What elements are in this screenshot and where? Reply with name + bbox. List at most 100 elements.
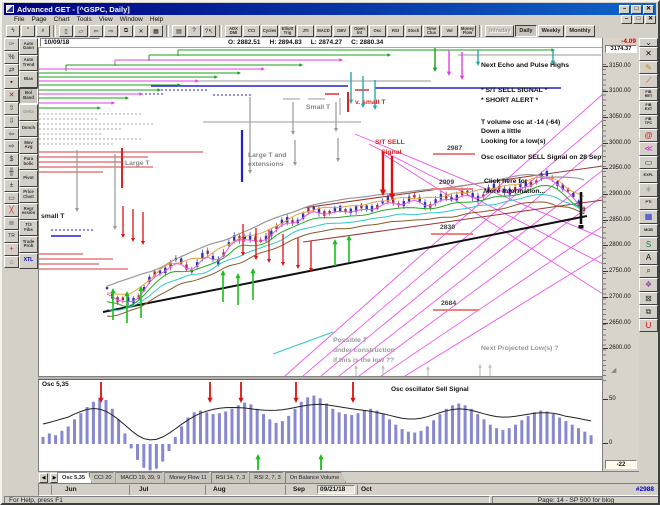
shade-tool-icon[interactable]: ≣ [4, 217, 19, 230]
menu-view[interactable]: View [99, 16, 113, 23]
arrow-down-icon[interactable]: ⇩ [4, 114, 19, 128]
palette-study-price-clust[interactable]: Price Clust [19, 186, 38, 203]
study-button-osc[interactable]: Osc [369, 25, 386, 37]
delete-page-icon[interactable]: ✕ [134, 25, 148, 37]
tr-lines-icon[interactable]: TR [4, 229, 19, 243]
context-help-icon[interactable]: ?↖ [202, 25, 216, 37]
price-chart-canvas[interactable]: Small T v. small T Large T and extensions La… [38, 48, 602, 376]
spiral-icon[interactable]: @ [639, 128, 658, 143]
minimize-button[interactable]: – [619, 4, 630, 14]
study-button-open-int[interactable]: Open Int [351, 25, 368, 37]
menu-tools[interactable]: Tools [77, 16, 92, 23]
study-button-time-clus[interactable]: Time Clus [423, 25, 440, 37]
collapse-button[interactable]: ⌄ [639, 38, 658, 47]
zoom-tool-icon[interactable]: ⌕ [639, 264, 658, 279]
percent-tool-icon[interactable]: % [4, 50, 19, 64]
palette-study-trade-prob[interactable]: Trade Prob [19, 236, 38, 253]
palette-study-bol-band[interactable]: Bol Band [19, 87, 38, 104]
study-button-rsi[interactable]: RSI [387, 25, 404, 37]
ellipse-tool-icon[interactable]: S [639, 237, 658, 251]
oscillator-pane[interactable]: Osc 5,35 Osc oscillator Sell Signal [38, 379, 602, 471]
expand-scale-icon[interactable]: ╫ [4, 165, 19, 179]
tab-rsi-2-7-3[interactable]: RSI 2, 7, 3 [249, 472, 287, 483]
study-button-macd[interactable]: MACD [315, 25, 332, 37]
palette-study-t-3-fibs[interactable]: T/3 Fibs [19, 219, 38, 236]
copy-tool-icon[interactable]: ⧉ [639, 305, 658, 319]
pointer-icon[interactable]: ϟ [6, 25, 20, 37]
cross-lines-icon[interactable]: ╳ [4, 204, 19, 218]
compress-scale-icon[interactable]: ± [4, 178, 19, 192]
palette-study-bias[interactable]: Bias [19, 71, 38, 88]
tab-scroll-left[interactable]: ◀ [39, 473, 48, 483]
restore-button[interactable]: □ [631, 4, 642, 14]
mob-button[interactable]: MOB [639, 223, 658, 238]
add-marker-icon[interactable]: + [4, 242, 19, 256]
elliott-expl-button[interactable]: EXPL [639, 169, 658, 183]
palette-study-donch[interactable]: Donch [19, 120, 38, 137]
mdi-close-button[interactable]: ✕ [645, 15, 656, 24]
tab-rsi-14-7-3[interactable]: RSI 14, 7, 3 [211, 472, 253, 483]
trendline-icon[interactable]: ⟋ [639, 74, 658, 88]
palette-study-xtl[interactable]: XTL [19, 252, 38, 269]
crosshair-icon[interactable]: ⊠ [639, 291, 658, 306]
study-button-adx-dmi[interactable]: ADX DMI [225, 25, 242, 37]
palette-study-auto-gann[interactable]: Auto Gann [19, 38, 38, 55]
gann-fan-icon[interactable]: ≪ [639, 142, 658, 156]
copy-page-icon[interactable]: ⧉ [119, 25, 133, 37]
arrow-left-icon[interactable]: ⇦ [4, 127, 19, 141]
palette-study-para-bolic[interactable]: Para bolic [19, 153, 38, 170]
study-button-obv[interactable]: OBV [333, 25, 350, 37]
study-button-money-flow[interactable]: Money Flow [459, 25, 476, 37]
text-tool-icon[interactable]: A [639, 250, 658, 265]
wand-icon[interactable]: ✳ [639, 182, 658, 197]
menu-chart[interactable]: Chart [54, 16, 70, 23]
box-tool-icon[interactable]: ▭ [4, 191, 19, 205]
next-page-icon[interactable]: ⇨ [104, 25, 118, 37]
palette-study-regr-ession[interactable]: Regr ession [19, 203, 38, 220]
period-button-daily[interactable]: Daily [515, 25, 537, 37]
period-button-monthly[interactable]: Monthly [565, 25, 595, 37]
tab-cci-20[interactable]: CCI 20 [89, 472, 118, 483]
rectangle-tool-icon[interactable]: ▭ [639, 155, 658, 170]
tile-pages-icon[interactable]: ▦ [149, 25, 163, 37]
palette-icon[interactable]: ❖ [639, 278, 658, 292]
tab-osc-5-35[interactable]: Osc 5,35 [57, 472, 92, 483]
snap-reset-icon[interactable]: ⇄ [4, 63, 19, 77]
palette-study-auto-trend[interactable]: Auto Trend [19, 54, 38, 71]
menu-window[interactable]: Window [120, 16, 143, 23]
new-page-icon[interactable]: ▯ [59, 25, 73, 37]
fib-extension-button[interactable]: FIB EXT [639, 101, 658, 115]
period-button-intraday[interactable]: Intraday [485, 25, 515, 37]
print-icon[interactable]: ▤ [172, 25, 186, 37]
arrow-up-icon[interactable]: ⇧ [4, 101, 19, 115]
grid-icon[interactable]: ▦ [639, 210, 658, 224]
palette-study-mov-avg[interactable]: Mov Avg [19, 137, 38, 154]
prev-page-icon[interactable]: ⇦ [89, 25, 103, 37]
help-icon[interactable]: ? [187, 25, 201, 37]
menu-page[interactable]: Page [31, 16, 46, 23]
chart-link-text[interactable]: More Information... [484, 188, 545, 195]
undo-icon[interactable]: U [639, 318, 658, 333]
axis-resize-handle[interactable]: ◢ [611, 366, 616, 374]
tab-money-flow-11[interactable]: Money Flow 11 [164, 472, 214, 483]
arrow-right-icon[interactable]: ⇨ [4, 140, 19, 154]
fib-time-button[interactable]: FIB TFC [639, 114, 658, 129]
open-page-icon[interactable]: ▱ [74, 25, 88, 37]
chart-link-text[interactable]: Click here for [484, 178, 528, 185]
study-button-elliott-trig[interactable]: Elliott Trig [279, 25, 296, 37]
study-button-cycles[interactable]: Cycles [261, 25, 278, 37]
mdi-restore-button[interactable]: □ [633, 15, 644, 24]
close-drawing-icon[interactable]: ✕ [639, 47, 658, 61]
study-button-stoch[interactable]: Stoch [405, 25, 422, 37]
exit-tool-icon[interactable]: ⌂ [4, 255, 19, 269]
study-button-jti[interactable]: JTI [297, 25, 314, 37]
erase-study-icon[interactable]: ✕ [4, 89, 19, 102]
menu-help[interactable]: Help [150, 16, 163, 23]
palette-study-delta[interactable]: Delta [19, 104, 38, 121]
tab-macd-19-39-9[interactable]: MACD 19, 39, 9 [115, 472, 167, 483]
study-block-icon[interactable]: ▪ [4, 76, 19, 90]
quote-page-icon[interactable]: ” [21, 25, 35, 37]
palette-study-pivot[interactable]: Pivot [19, 170, 38, 187]
study-button-cci[interactable]: CCI [243, 25, 260, 37]
close-button[interactable]: ✕ [643, 4, 654, 14]
